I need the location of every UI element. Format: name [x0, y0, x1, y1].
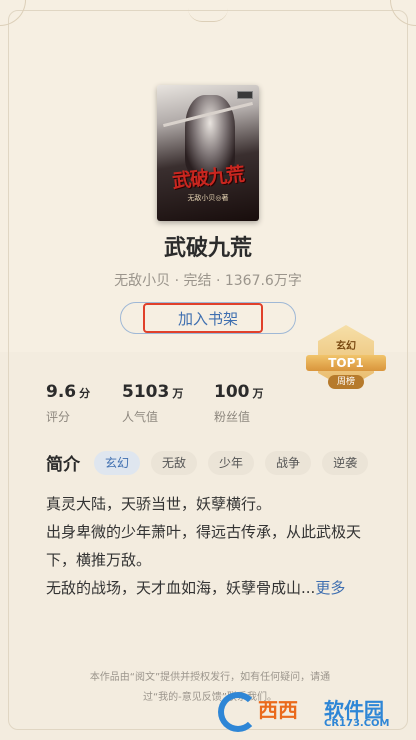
tag-chip[interactable]: 战争	[265, 450, 312, 475]
rank-badge[interactable]: 玄幻 TOP1 周榜	[306, 325, 386, 395]
site-watermark: 西西 软件园 CR173.COM	[218, 688, 408, 734]
synopsis-line: 出身卑微的少年萧叶，得远古传承，从此武极天下，横推万敌。	[46, 523, 362, 569]
stat-popularity: 5103 万 人气值	[122, 382, 214, 425]
stat-unit: 万	[252, 387, 264, 400]
book-meta: 无敌小贝 · 完结 · 1367.6万字	[114, 273, 302, 289]
rank-position: TOP1	[328, 356, 364, 370]
cover-author: 无敌小贝◎著	[187, 194, 229, 202]
rank-category: 玄幻	[336, 341, 356, 352]
copyright-line: 本作品由“阅文”提供并授权发行，如有任何疑问，请通	[89, 672, 331, 683]
book-cover[interactable]: 武破九荒 无敌小贝◎著	[157, 85, 259, 221]
add-to-shelf-button[interactable]: 加入书架	[120, 302, 296, 334]
stat-label: 评分	[46, 410, 71, 424]
add-to-shelf-label: 加入书架	[177, 309, 238, 328]
book-title: 武破九荒	[163, 236, 252, 261]
watermark-logo-icon	[218, 692, 258, 732]
watermark-url: CR173.COM	[324, 718, 390, 729]
stat-value: 5103	[122, 382, 170, 402]
cover-title: 武破九荒	[171, 163, 246, 193]
stat-value: 100	[214, 382, 250, 402]
tag-chip[interactable]: 逆袭	[322, 450, 369, 475]
stat-unit: 万	[172, 387, 184, 400]
watermark-main: 西西	[258, 698, 298, 722]
stat-label: 人气值	[122, 410, 159, 424]
stats-row: 9.6 分 评分 5103 万 人气值 100 万 粉丝值	[46, 382, 294, 425]
stat-value: 9.6	[46, 382, 77, 402]
more-link[interactable]: 更多	[315, 579, 345, 597]
synopsis-line: 无敌的战场，天才血如海，妖孽骨成山...	[46, 579, 316, 597]
stat-fans: 100 万 粉丝值	[214, 382, 294, 425]
intro-title: 简介	[46, 455, 80, 475]
tag-chip[interactable]: 少年	[208, 450, 255, 475]
stat-unit: 分	[79, 387, 91, 400]
publisher-logo	[237, 91, 253, 99]
tag-chip[interactable]: 无敌	[151, 450, 198, 475]
tag-chip[interactable]: 玄幻	[94, 450, 141, 475]
rank-period: 周榜	[328, 375, 364, 389]
stat-label: 粉丝值	[214, 410, 251, 424]
stat-rating: 9.6 分 评分	[46, 382, 122, 425]
synopsis-line: 真灵大陆，天骄当世，妖孽横行。	[46, 495, 272, 513]
synopsis: 真灵大陆，天骄当世，妖孽横行。 出身卑微的少年萧叶，得远古传承，从此武极天下，横…	[46, 490, 376, 602]
intro-header: 简介 玄幻 无敌 少年 战争 逆袭	[46, 450, 379, 475]
